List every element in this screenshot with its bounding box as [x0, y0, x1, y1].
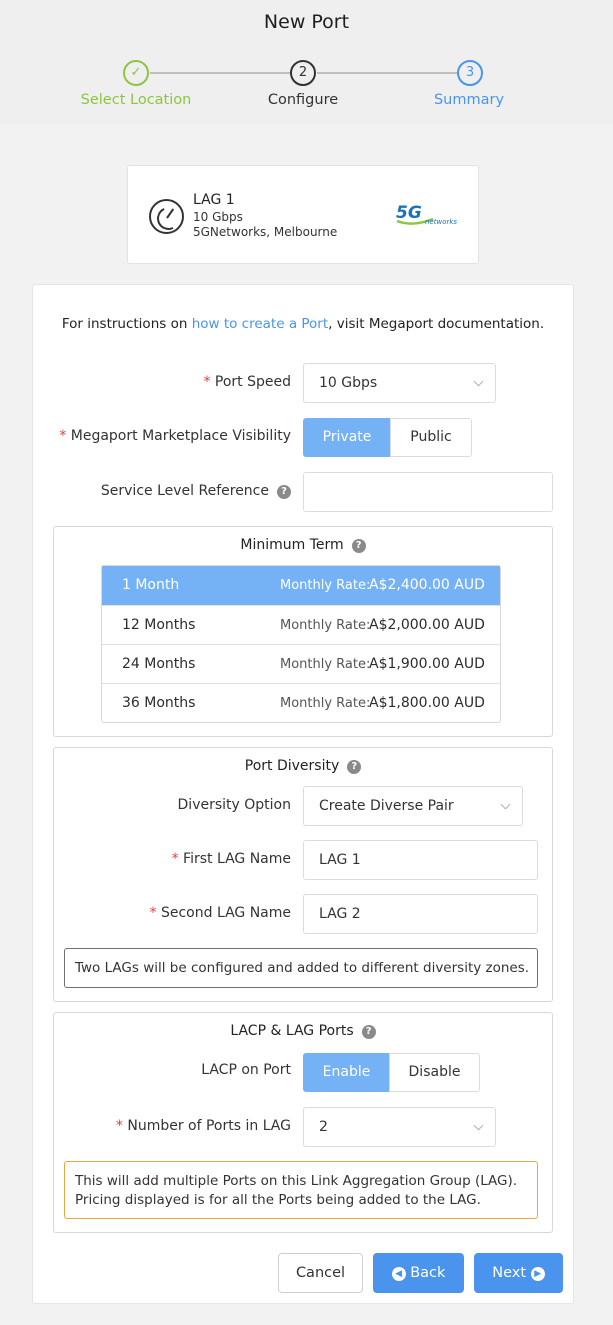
port-diversity-title: Port Diversity?	[53, 758, 553, 774]
step-1-label[interactable]: Select Location	[56, 92, 216, 108]
second-lag-name-label: * Second LAG Name	[149, 905, 291, 921]
lag-pricing-notice: This will add multiple Ports on this Lin…	[64, 1161, 538, 1219]
stepper-header: New Port ✓ Select Location 2 Configure 3…	[0, 0, 613, 125]
ports-in-lag-select[interactable]: 2	[303, 1107, 496, 1147]
first-lag-name-input[interactable]: LAG 1	[303, 840, 538, 880]
term-row-36-months[interactable]: 36 Months Monthly Rate: A$1,800.00 AUD	[102, 683, 500, 722]
diversity-option-label: Diversity Option	[177, 797, 291, 813]
svg-text:5G: 5G	[396, 203, 422, 223]
step-connector	[317, 72, 457, 74]
arrow-right-icon: ▶	[530, 1267, 545, 1281]
service-ref-input[interactable]	[303, 472, 553, 512]
help-icon[interactable]: ?	[361, 1025, 376, 1039]
help-icon[interactable]: ?	[277, 485, 291, 499]
step-1-check-icon[interactable]: ✓	[123, 60, 149, 86]
visibility-public-button[interactable]: Public	[390, 418, 472, 457]
port-location: 5GNetworks, Melbourne	[193, 225, 338, 239]
cancel-button[interactable]: Cancel	[278, 1253, 363, 1293]
help-icon[interactable]: ?	[347, 760, 362, 774]
diversity-option-select[interactable]: Create Diverse Pair	[303, 786, 523, 826]
chevron-down-icon	[473, 376, 484, 387]
provider-logo: 5G networks	[393, 199, 463, 229]
port-summary-card: LAG 1 10 Gbps 5GNetworks, Melbourne 5G n…	[127, 165, 479, 264]
next-button[interactable]: Next ▶	[474, 1253, 563, 1293]
chevron-down-icon	[500, 799, 511, 810]
instructions-text: For instructions on how to create a Port…	[61, 316, 545, 332]
step-connector	[150, 72, 290, 74]
term-row-24-months[interactable]: 24 Months Monthly Rate: A$1,900.00 AUD	[102, 644, 500, 683]
lacp-enable-button[interactable]: Enable	[303, 1053, 390, 1092]
lacp-disable-button[interactable]: Disable	[389, 1053, 480, 1092]
diversity-notice: Two LAGs will be configured and added to…	[64, 948, 538, 988]
speedometer-icon	[149, 199, 184, 234]
lacp-title: LACP & LAG Ports?	[53, 1023, 553, 1039]
minimum-term-title: Minimum Term?	[53, 537, 553, 553]
term-row-12-months[interactable]: 12 Months Monthly Rate: A$2,000.00 AUD	[102, 605, 500, 644]
svg-text:networks: networks	[425, 218, 457, 226]
lacp-label: LACP on Port	[201, 1062, 291, 1078]
help-icon[interactable]: ?	[351, 539, 366, 553]
arrow-left-icon: ◀	[391, 1267, 406, 1281]
chevron-down-icon	[473, 1120, 484, 1131]
back-button[interactable]: ◀ Back	[373, 1253, 464, 1293]
page-title: New Port	[263, 11, 350, 33]
create-port-help-link[interactable]: how to create a Port	[192, 316, 328, 332]
step-3-label: Summary	[433, 92, 505, 108]
port-name: LAG 1	[193, 192, 235, 208]
term-row-1-month[interactable]: 1 Month Monthly Rate: A$2,400.00 AUD	[102, 566, 500, 605]
first-lag-name-label: * First LAG Name	[171, 851, 291, 867]
port-speed-label: * Port Speed	[203, 374, 291, 390]
port-speed-select[interactable]: 10 Gbps	[303, 363, 496, 403]
service-ref-label: Service Level Reference?	[60, 483, 291, 499]
second-lag-name-input[interactable]: LAG 2	[303, 894, 538, 934]
step-2-marker: 2	[290, 60, 316, 86]
visibility-private-button[interactable]: Private	[303, 418, 391, 457]
term-table: 1 Month Monthly Rate: A$2,400.00 AUD 12 …	[101, 565, 501, 723]
ports-in-lag-label: * Number of Ports in LAG	[115, 1118, 291, 1134]
step-2-label: Configure	[267, 92, 339, 108]
visibility-label: * Megaport Marketplace Visibility	[59, 428, 291, 444]
port-speed-text: 10 Gbps	[193, 210, 243, 224]
step-3-marker: 3	[457, 60, 483, 86]
